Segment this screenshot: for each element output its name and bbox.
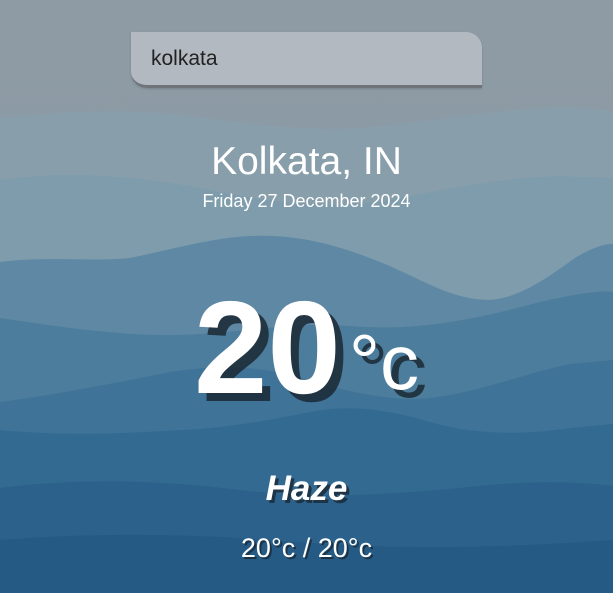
temperature-display: 20 °c [0, 272, 613, 423]
city-name: Kolkata, IN [211, 140, 402, 183]
weather-condition: Haze [265, 469, 348, 508]
high-low-temperature: 20°c / 20°c [240, 533, 373, 563]
date-label: Friday 27 December 2024 [202, 191, 411, 211]
temperature-unit: °c [348, 318, 420, 406]
temperature-value: 20 [193, 274, 341, 421]
search-input[interactable] [131, 32, 482, 88]
